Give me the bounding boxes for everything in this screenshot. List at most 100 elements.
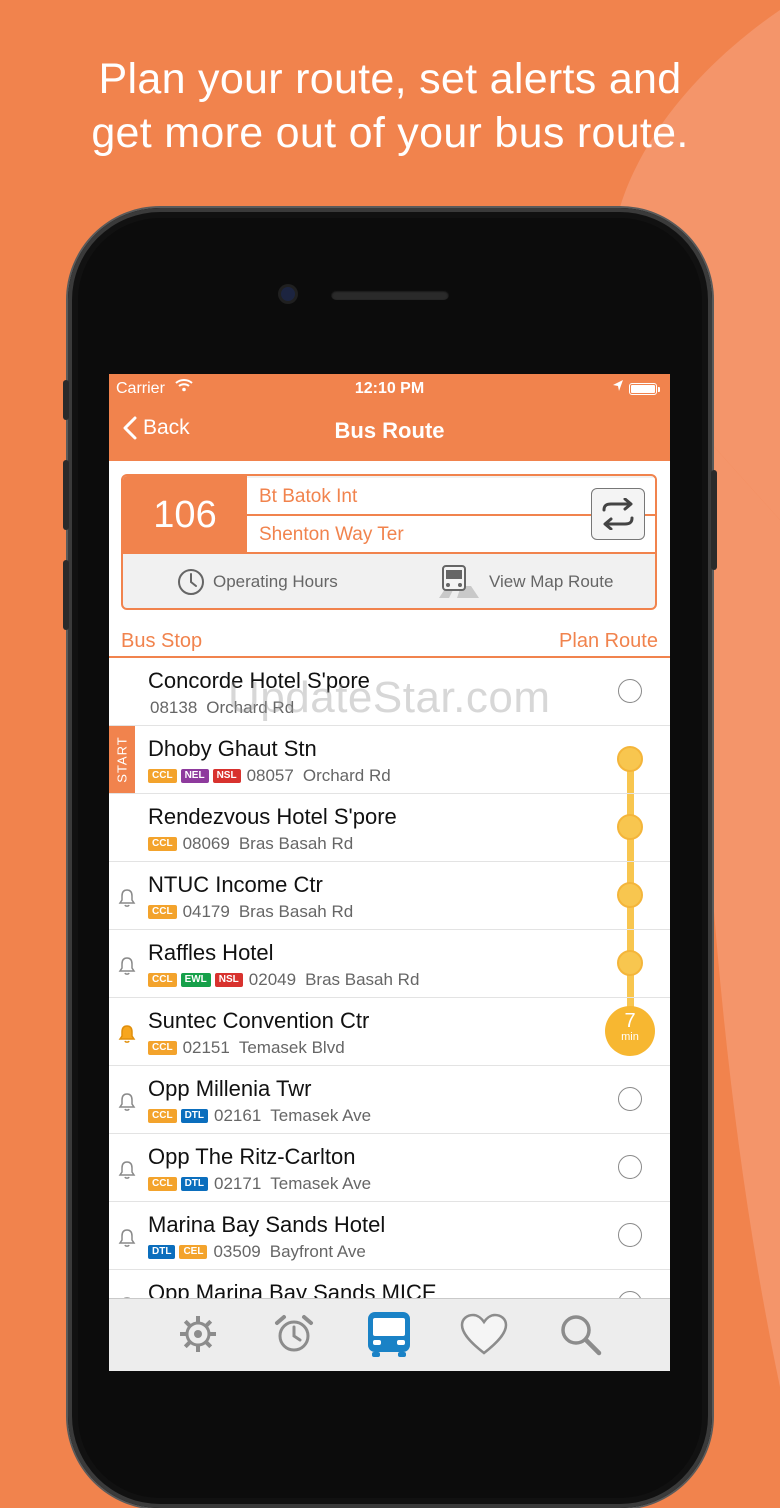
stop-row[interactable]: Suntec Convention Ctr CCL 02151 Temasek Blv… [109, 998, 670, 1066]
tab-heart[interactable] [459, 1313, 509, 1359]
stop-details: CCL 08069 Bras Basah Rd [148, 834, 353, 854]
alarm-clock-icon [273, 1313, 315, 1360]
stop-row[interactable]: Raffles Hotel CCL EWL NSL 02049 Bras Basah Rd [109, 930, 670, 998]
earpiece-speaker [331, 290, 449, 300]
mrt-line-badge: CCL [148, 973, 177, 987]
stop-row[interactable]: NTUC Income Ctr CCL 04179 Bras Basah Rd [109, 862, 670, 930]
mrt-line-badge: CEL [179, 1245, 208, 1259]
phone-mute-switch [63, 380, 69, 420]
bus-stop-header: Bus Stop [121, 630, 203, 652]
stop-road: Temasek Ave [270, 1174, 372, 1193]
plan-route-radio[interactable] [618, 679, 642, 703]
front-camera [281, 287, 295, 301]
phone-volume-down [63, 560, 69, 630]
mrt-line-badge: CCL [148, 1041, 177, 1055]
status-bar: Carrier 12:10 PM [109, 378, 670, 400]
eta-value: 7 [624, 1010, 636, 1032]
stop-row[interactable]: Opp Millenia Twr CCL DTL 02161 Temasek Ave [109, 1066, 670, 1134]
mrt-line-badge: NEL [180, 769, 209, 783]
tab-search[interactable] [555, 1313, 605, 1359]
clock-icon [178, 569, 204, 595]
mrt-line-badge: CCL [148, 1109, 177, 1123]
route-number: 106 [123, 476, 247, 554]
phone-volume-up [63, 460, 69, 530]
navigation-bar: Carrier 12:10 PM Back Bus Route [109, 374, 670, 461]
bell-active-icon[interactable] [118, 1024, 136, 1049]
route-card: 106 Bt Batok Int Shenton Way Ter Operati… [121, 474, 657, 610]
operating-hours-button[interactable]: Operating Hours [177, 564, 338, 600]
mrt-line-badge: CCL [148, 837, 177, 851]
settings-icon [177, 1313, 219, 1360]
headline: Plan your route, set alerts and get more… [0, 52, 780, 160]
page-title: Bus Route [334, 418, 445, 443]
stop-details: CCL NEL NSL 08057 Orchard Rd [148, 766, 391, 786]
stop-code: 02161 [214, 1106, 262, 1125]
stop-road: Bras Basah Rd [238, 834, 354, 853]
plan-route-radio[interactable] [618, 1223, 642, 1247]
stop-code: 08138 [150, 698, 198, 717]
stop-road: Bras Basah Rd [238, 902, 354, 921]
start-tag: START [109, 726, 135, 793]
search-icon [558, 1312, 602, 1361]
stop-road: Temasek Blvd [238, 1038, 345, 1057]
eta-badge[interactable]: 7 min [605, 1006, 655, 1056]
mrt-line-badge: NSL [212, 769, 241, 783]
stop-details: CCL 02151 Temasek Blvd [148, 1038, 345, 1058]
bell-icon[interactable] [118, 888, 136, 913]
route-stop-dot[interactable] [617, 746, 643, 772]
stop-row[interactable]: Rendezvous Hotel S'pore CCL 08069 Bras Basa… [109, 794, 670, 862]
stop-name: Opp The Ritz-Carlton [148, 1144, 356, 1169]
stop-code: 02049 [248, 970, 297, 989]
bus-map-icon [439, 565, 479, 598]
stop-row[interactable]: Opp The Ritz-Carlton CCL DTL 02171 Temasek A… [109, 1134, 670, 1202]
stop-code: 04179 [182, 902, 230, 921]
mrt-line-badge: CCL [148, 905, 177, 919]
heart-icon [460, 1313, 508, 1360]
tab-bar [109, 1298, 670, 1371]
swap-direction-button[interactable] [591, 488, 645, 540]
stop-details: DTL CEL 03509 Bayfront Ave [148, 1242, 366, 1262]
bus-icon [364, 1309, 414, 1364]
stop-code: 08057 [246, 766, 294, 785]
stop-name: Dhoby Ghaut Stn [148, 736, 317, 761]
stop-code: 03509 [213, 1242, 261, 1261]
plan-route-header: Plan Route [559, 630, 658, 652]
bell-icon[interactable] [118, 1160, 136, 1185]
headline-line-2: get more out of your bus route. [91, 109, 689, 157]
bell-icon[interactable] [118, 1228, 136, 1253]
route-stop-dot[interactable] [617, 882, 643, 908]
tab-alarm-clock[interactable] [269, 1313, 319, 1359]
tab-bus[interactable] [364, 1311, 414, 1359]
stop-road: Bayfront Ave [269, 1242, 366, 1261]
stop-name: Raffles Hotel [148, 940, 274, 965]
stop-name: NTUC Income Ctr [148, 872, 323, 897]
stop-row[interactable]: Marina Bay Sands Hotel DTL CEL 03509 Bayfron… [109, 1202, 670, 1270]
bell-icon[interactable] [118, 1092, 136, 1117]
view-map-route-label: View Map Route [489, 572, 614, 591]
stop-code: 08069 [182, 834, 230, 853]
stop-name: Suntec Convention Ctr [148, 1008, 370, 1033]
route-stop-dot[interactable] [617, 814, 643, 840]
mrt-line-badge: DTL [148, 1245, 176, 1259]
mrt-line-badge: CCL [148, 1177, 177, 1191]
stop-road: Temasek Ave [270, 1106, 372, 1125]
stop-name: Marina Bay Sands Hotel [148, 1212, 386, 1237]
stop-road: Orchard Rd [302, 766, 391, 785]
mrt-line-badge: CCL [148, 769, 177, 783]
tab-settings[interactable] [173, 1313, 223, 1359]
operating-hours-label: Operating Hours [213, 572, 338, 591]
stop-details: CCL 04179 Bras Basah Rd [148, 902, 353, 922]
swap-arrows-icon [602, 498, 634, 530]
stop-code: 02171 [214, 1174, 262, 1193]
plan-route-radio[interactable] [618, 1155, 642, 1179]
mrt-line-badge: DTL [180, 1177, 209, 1191]
mrt-line-badge: EWL [180, 973, 211, 987]
view-map-route-button[interactable]: View Map Route [437, 564, 613, 600]
stop-row[interactable]: START Dhoby Ghaut Stn CCL NEL NSL 08057 Orchar… [109, 726, 670, 794]
stop-details: CCL DTL 02161 Temasek Ave [148, 1106, 371, 1126]
stop-details: CCL DTL 02171 Temasek Ave [148, 1174, 371, 1194]
route-stop-dot[interactable] [617, 950, 643, 976]
plan-route-radio[interactable] [618, 1087, 642, 1111]
stop-details: CCL EWL NSL 02049 Bras Basah Rd [148, 970, 419, 990]
bell-icon[interactable] [118, 956, 136, 981]
